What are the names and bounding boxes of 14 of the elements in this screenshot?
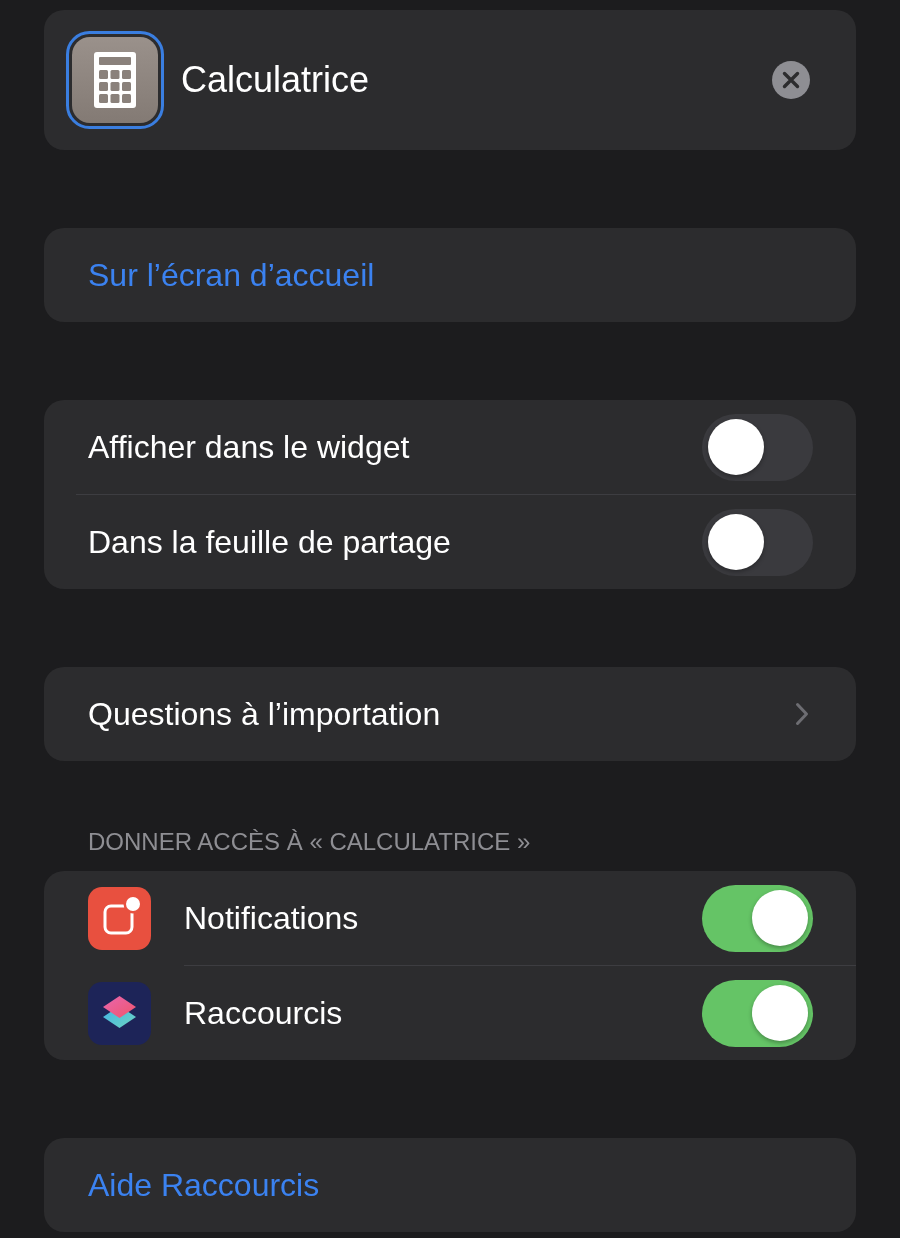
option-label: Dans la feuille de partage: [88, 523, 452, 561]
shortcut-name[interactable]: Calculatrice: [181, 59, 772, 101]
calculator-icon[interactable]: [66, 31, 164, 129]
close-icon[interactable]: [772, 61, 810, 99]
shortcuts-app-icon: [88, 981, 151, 1045]
section-header: DONNER ACCÈS À « CALCULATRICE »: [88, 827, 531, 857]
permission-label: Raccourcis: [184, 994, 344, 1032]
permission-label: Notifications: [184, 899, 360, 937]
notifications-app-icon: [88, 886, 151, 950]
import-questions-item[interactable]: Questions à l’importation: [88, 695, 795, 733]
help-link[interactable]: Aide Raccourcis: [88, 1166, 320, 1204]
home-screen-link[interactable]: Sur l’écran d’accueil: [88, 256, 375, 294]
option-label: Afficher dans le widget: [88, 428, 411, 466]
chevron-right-icon: [795, 702, 809, 726]
